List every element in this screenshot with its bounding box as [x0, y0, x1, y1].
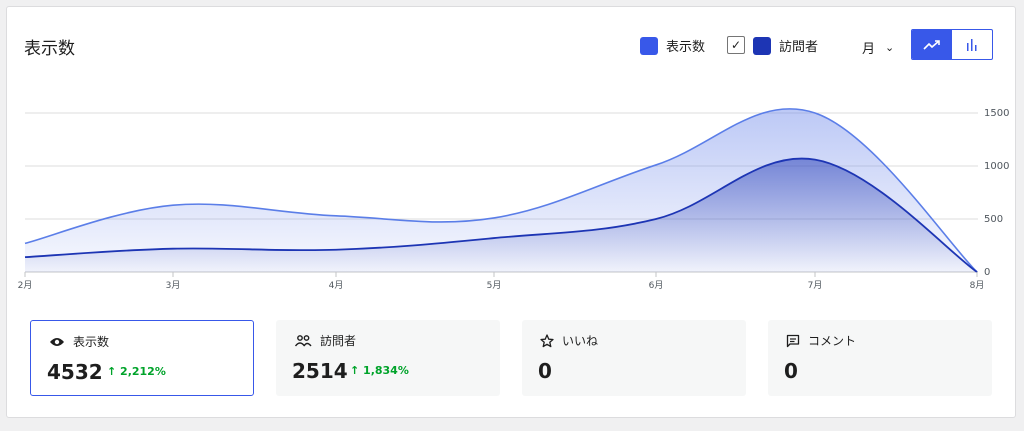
- people-icon: [294, 334, 312, 346]
- stat-card-header: 表示数: [49, 333, 109, 350]
- eye-icon: [50, 337, 64, 346]
- x-tick-label: 7月: [808, 280, 823, 291]
- stats-chart: 2月 3月 4月 5月 6月 7月 8月 1500 1000 500 0: [18, 108, 1010, 291]
- star-icon: [540, 333, 554, 347]
- stat-card-comments[interactable]: コメント 0: [768, 320, 992, 396]
- stat-card-header: 訪問者: [294, 332, 356, 349]
- x-tick-label: 6月: [649, 280, 664, 291]
- stat-card-value: 4532: [47, 360, 103, 384]
- stat-card-label: 訪問者: [320, 334, 357, 348]
- stat-card-value: 0: [784, 359, 798, 383]
- stat-card-label: コメント: [808, 334, 857, 348]
- stat-card-views[interactable]: 表示数 4532 ↑ 2,212%: [30, 320, 254, 396]
- stat-card-visitors[interactable]: 訪問者 2514 ↑ 1,834%: [276, 320, 500, 396]
- stat-card-header: いいね: [540, 332, 598, 349]
- comment-icon: [786, 334, 800, 347]
- x-tick-label: 4月: [329, 280, 344, 291]
- stat-card-header: コメント: [786, 332, 856, 349]
- y-tick-label: 1000: [984, 161, 1009, 172]
- y-tick-label: 500: [984, 214, 1003, 225]
- x-tick-label: 2月: [18, 280, 33, 291]
- x-tick-label: 5月: [487, 280, 502, 291]
- stat-card-label: いいね: [562, 334, 599, 348]
- stat-card-label: 表示数: [73, 335, 110, 349]
- x-tick-label: 8月: [970, 280, 985, 291]
- y-tick-label: 0: [984, 267, 990, 278]
- x-tick-label: 3月: [166, 280, 181, 291]
- stat-card-value: 0: [538, 359, 552, 383]
- y-tick-label: 1500: [984, 108, 1009, 119]
- stat-card-likes[interactable]: いいね 0: [522, 320, 746, 396]
- stat-card-delta: ↑ 1,834%: [350, 364, 409, 377]
- stat-card-delta: ↑ 2,212%: [107, 365, 166, 378]
- stat-card-value: 2514: [292, 359, 348, 383]
